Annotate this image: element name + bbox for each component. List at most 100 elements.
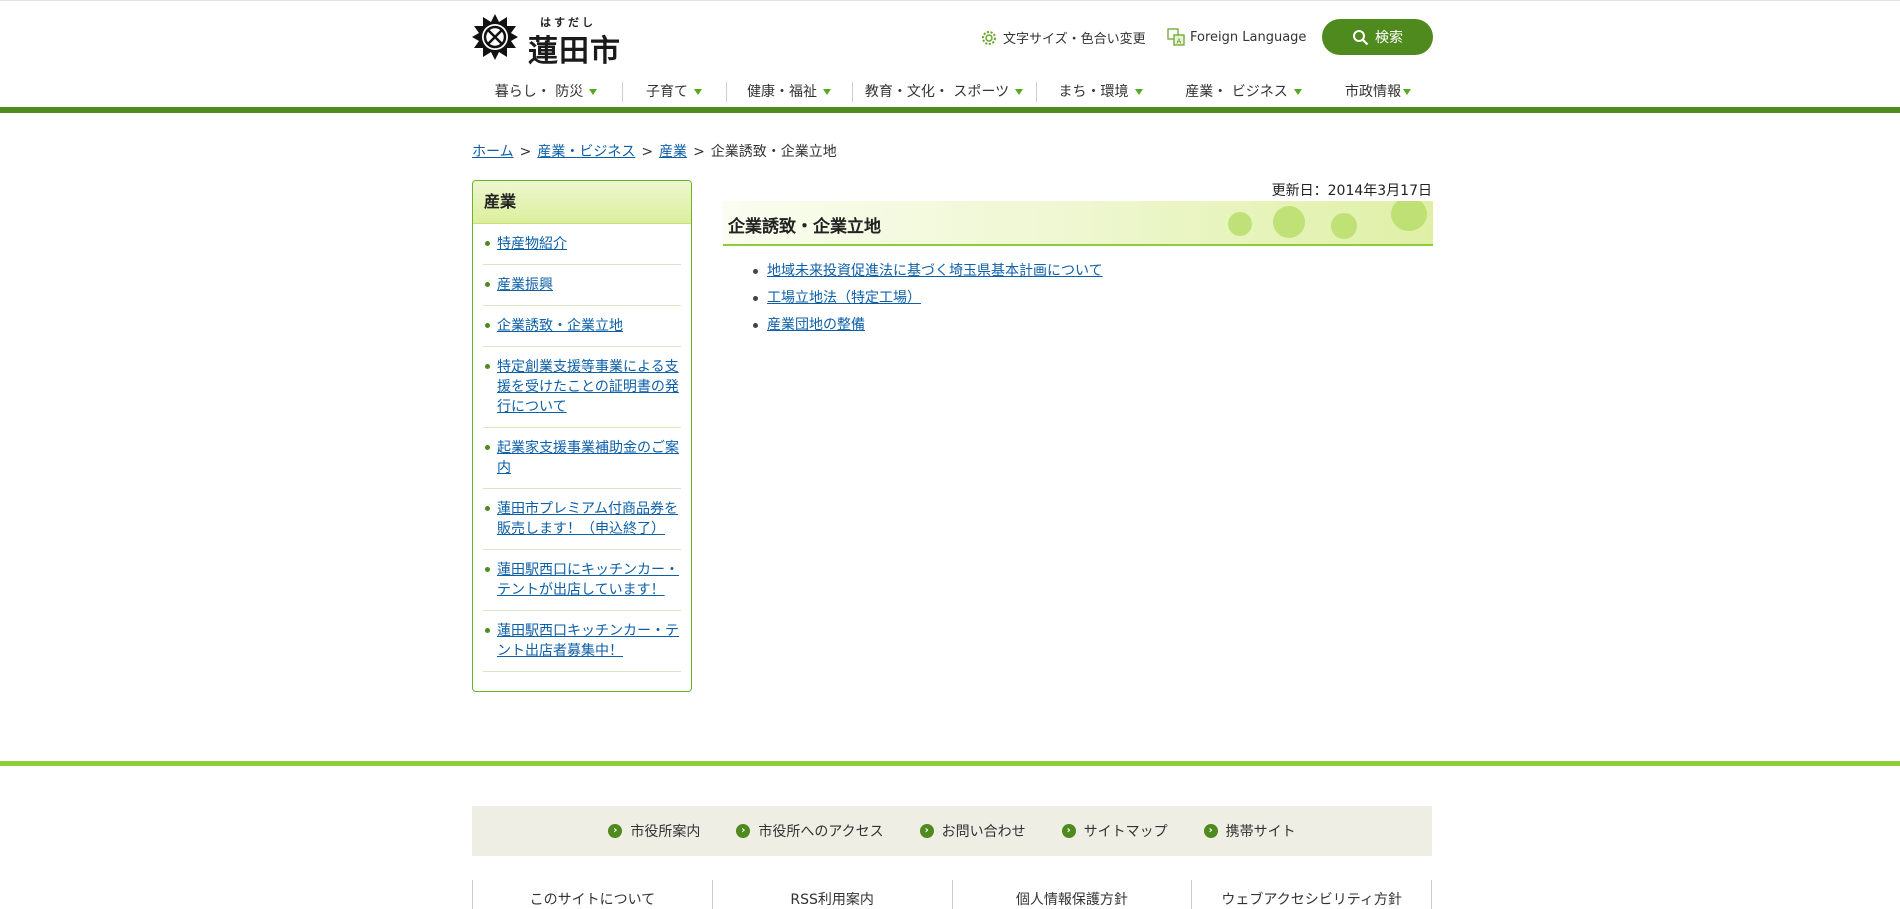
list-item: 地域未来投資促進法に基づく埼玉県基本計画について (753, 258, 1103, 285)
breadcrumb-home[interactable]: ホーム (472, 144, 514, 160)
caret-down-icon (1015, 88, 1024, 95)
footer-link-accessibility[interactable]: ウェブアクセシビリティ方針 (1191, 880, 1432, 909)
breadcrumb: ホーム > 産業・ビジネス > 産業 > 企業誘致・企業立地 (472, 141, 837, 161)
foreign-language-label: Foreign Language (1190, 29, 1307, 45)
gnav-label: 暮らし・ 防災 (494, 83, 584, 100)
svg-text:A: A (1177, 38, 1182, 46)
search-icon (1353, 29, 1369, 45)
caret-down-icon (823, 88, 831, 95)
sidebar-item: 特定創業支援等事業による支援を受けたことの証明書の発行について (483, 347, 681, 428)
foreign-language-link[interactable]: A Foreign Language (1167, 28, 1306, 46)
footer-link-rss[interactable]: RSS利用案内 (711, 880, 952, 909)
search-label: 検索 (1375, 30, 1403, 46)
gnav-label: まち・環境 (1058, 83, 1129, 100)
gnav-label: 市政情報 (1345, 83, 1401, 100)
content-link[interactable]: 工場立地法（特定工場） (767, 290, 921, 306)
footer-link-privacy[interactable]: 個人情報保護方針 (951, 880, 1192, 909)
gnav-item-town[interactable]: まち・環境 (1038, 72, 1163, 109)
gnav-label: 健康・福祉 (747, 83, 817, 100)
gnav-label: 子育て (646, 83, 688, 100)
arrow-right-icon: › (608, 824, 623, 838)
gear-icon (982, 30, 996, 45)
footer-links: このサイトについて RSS利用案内 個人情報保護方針 ウェブアクセシビリティ方針 (472, 880, 1432, 909)
sidebar-link[interactable]: 特定創業支援等事業による支援を受けたことの証明書の発行について (497, 359, 679, 415)
arrow-right-icon: › (1061, 824, 1076, 838)
footer-nav-label: 携帯サイト (1225, 824, 1296, 840)
updated-date: 更新日：2014年3月17日 (1271, 183, 1432, 199)
gnav-item-education[interactable]: 教育・文化・ スポーツ (854, 72, 1034, 109)
sidebar-item: 蓮田駅西口キッチンカー・テント出店者募集中！ (483, 611, 681, 672)
gnav-item-business[interactable]: 産業・ ビジネス (1165, 72, 1322, 109)
caret-down-icon (694, 88, 702, 95)
lotus-leaf-decoration (1331, 213, 1357, 239)
global-nav: 暮らし・ 防災 子育て 健康・福祉 教育・文化・ スポーツ まち・環境 産業・ … (472, 72, 1434, 112)
logo-name: 蓮田市 (528, 34, 621, 69)
footer-nav-mobile[interactable]: › 携帯サイト (1203, 821, 1296, 841)
lotus-leaf-decoration (1391, 201, 1427, 231)
caret-down-icon (1403, 88, 1411, 95)
breadcrumb-current: 企業誘致・企業立地 (710, 144, 837, 160)
lotus-leaf-decoration (1273, 206, 1305, 238)
breadcrumb-industry[interactable]: 産業 (659, 144, 687, 160)
nav-divider (622, 82, 623, 102)
site-logo[interactable]: はすだし 蓮田市 (472, 12, 622, 69)
nav-divider (852, 82, 853, 102)
breadcrumb-separator: > (693, 144, 705, 160)
gnav-item-childcare[interactable]: 子育て (624, 72, 724, 109)
content-link[interactable]: 産業団地の整備 (767, 317, 865, 333)
gnav-item-health[interactable]: 健康・福祉 (728, 72, 850, 109)
footer-nav-contact[interactable]: › お問い合わせ (919, 821, 1026, 841)
sidebar-link[interactable]: 蓮田駅西口にキッチンカー・テントが出店しています！ (497, 562, 679, 598)
caret-down-icon (589, 88, 598, 95)
sidebar-item: 企業誘致・企業立地 (483, 306, 681, 347)
footer-link-about[interactable]: このサイトについて (472, 880, 712, 909)
list-item: 産業団地の整備 (753, 312, 1103, 339)
gnav-label: 教育・文化・ スポーツ (864, 83, 1010, 100)
search-button[interactable]: 検索 (1322, 19, 1433, 55)
list-item: 工場立地法（特定工場） (753, 285, 1103, 312)
page-title-bar: 企業誘致・企業立地 (723, 201, 1433, 246)
footer-nav-label: 市役所案内 (630, 824, 701, 840)
footer-nav-label: お問い合わせ (941, 824, 1026, 840)
sidebar-item: 蓮田市プレミアム付商品券を販売します！（申込終了） (483, 489, 681, 550)
footer-nav: › 市役所案内 › 市役所へのアクセス › お問い合わせ › サイトマップ › 携帯サイト (472, 806, 1432, 856)
sidebar-item: 起業家支援事業補助金のご案内 (483, 428, 681, 489)
arrow-right-icon: › (1203, 824, 1218, 838)
sidebar-link[interactable]: 蓮田駅西口キッチンカー・テント出店者募集中！ (497, 623, 679, 659)
sidebar-link[interactable]: 企業誘致・企業立地 (497, 318, 623, 334)
header-divider (0, 107, 1900, 113)
page-title: 企業誘致・企業立地 (728, 217, 881, 237)
nav-divider (1036, 82, 1037, 102)
sidebar: 産業 特産物紹介 産業振興 企業誘致・企業立地 特定創業支援等事業による支援を受… (472, 180, 692, 692)
translate-icon: A (1167, 28, 1185, 46)
site-header: はすだし 蓮田市 文字サイズ・色合い変更 A Foreign Language … (0, 0, 1900, 112)
text-size-link[interactable]: 文字サイズ・色合い変更 (980, 28, 1146, 47)
arrow-right-icon: › (919, 824, 934, 838)
gnav-label: 産業・ ビジネス (1185, 83, 1288, 100)
nav-divider (726, 82, 727, 102)
sidebar-link[interactable]: 蓮田市プレミアム付商品券を販売します！（申込終了） (497, 501, 678, 537)
arrow-right-icon: › (736, 824, 751, 838)
footer-nav-label: 市役所へのアクセス (758, 824, 884, 840)
content-link[interactable]: 地域未来投資促進法に基づく埼玉県基本計画について (767, 263, 1103, 279)
footer-nav-city-hall[interactable]: › 市役所案内 (608, 821, 700, 841)
breadcrumb-separator: > (519, 144, 532, 160)
sidebar-item: 特産物紹介 (483, 224, 681, 265)
content-link-list: 地域未来投資促進法に基づく埼玉県基本計画について 工場立地法（特定工場） 産業団… (753, 258, 1103, 339)
sidebar-link[interactable]: 特産物紹介 (497, 236, 567, 252)
lotus-leaf-decoration (1228, 212, 1252, 236)
caret-down-icon (1134, 88, 1143, 95)
gnav-item-life[interactable]: 暮らし・ 防災 (472, 72, 620, 109)
sidebar-link[interactable]: 起業家支援事業補助金のご案内 (497, 440, 679, 476)
city-emblem-icon (472, 14, 518, 60)
breadcrumb-business[interactable]: 産業・ビジネス (537, 144, 635, 160)
footer-nav-sitemap[interactable]: › サイトマップ (1061, 821, 1168, 841)
sidebar-item: 蓮田駅西口にキッチンカー・テントが出店しています！ (483, 550, 681, 611)
footer-nav-label: サイトマップ (1083, 824, 1168, 840)
gnav-item-government[interactable]: 市政情報 (1324, 72, 1432, 109)
sidebar-link[interactable]: 産業振興 (497, 277, 553, 293)
sidebar-list: 特産物紹介 産業振興 企業誘致・企業立地 特定創業支援等事業による支援を受けたこ… (473, 224, 691, 672)
sidebar-title: 産業 (473, 181, 691, 224)
footer-nav-access[interactable]: › 市役所へのアクセス (736, 821, 884, 841)
caret-down-icon (1293, 88, 1302, 95)
